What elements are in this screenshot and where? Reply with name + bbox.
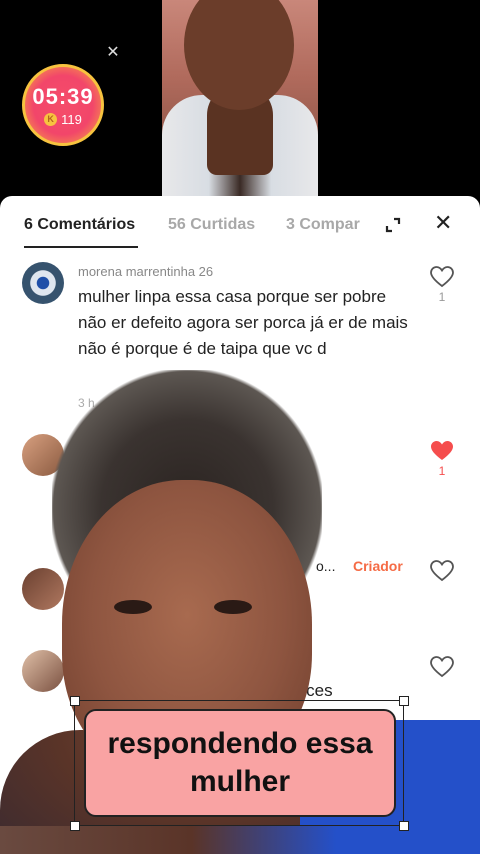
comment-username[interactable]: morena marrentinha 26	[78, 264, 213, 279]
like-button[interactable]: 1	[428, 266, 456, 304]
like-count: 1	[438, 464, 446, 478]
close-panel-icon[interactable]: ✕	[434, 212, 452, 234]
coin-count: 119	[61, 112, 82, 127]
video-face	[184, 0, 294, 110]
tab-likes[interactable]: 56 Curtidas	[168, 216, 255, 234]
comment-text: mulher linpa essa casa porque ser pobre …	[78, 287, 408, 358]
heart-outline-icon	[430, 266, 454, 288]
resize-handle[interactable]	[399, 696, 409, 706]
resize-handle[interactable]	[70, 821, 80, 831]
heart-outline-icon	[430, 656, 454, 678]
heart-filled-icon	[431, 441, 453, 460]
person-eye-left	[114, 600, 152, 614]
close-icon[interactable]: ✕	[104, 44, 122, 62]
coin-counter: K 119	[25, 112, 101, 127]
tab-bar: 6 Comentários 56 Curtidas 3 Compar ✕	[0, 196, 480, 252]
tab-comments[interactable]: 6 Comentários	[24, 216, 135, 234]
like-button[interactable]	[428, 560, 456, 582]
heart-outline-icon	[430, 560, 454, 582]
caption-sticker[interactable]: respondendo essa mulher	[84, 709, 396, 817]
like-button[interactable]	[428, 656, 456, 678]
person-eye-right	[214, 600, 252, 614]
timer-time: 05:39	[32, 84, 94, 109]
live-video-preview[interactable]	[162, 0, 318, 196]
coin-icon: K	[44, 113, 58, 126]
like-button[interactable]: 1	[428, 440, 456, 478]
expand-icon[interactable]	[384, 216, 402, 234]
resize-handle[interactable]	[70, 696, 80, 706]
tab-underline	[24, 246, 138, 248]
avatar[interactable]	[22, 262, 64, 304]
like-count: 1	[438, 290, 446, 304]
timer-badge: 05:39 K 119	[22, 64, 104, 146]
tab-shares[interactable]: 3 Compar	[286, 216, 360, 234]
creator-badge: Criador	[353, 558, 403, 574]
resize-handle[interactable]	[399, 821, 409, 831]
